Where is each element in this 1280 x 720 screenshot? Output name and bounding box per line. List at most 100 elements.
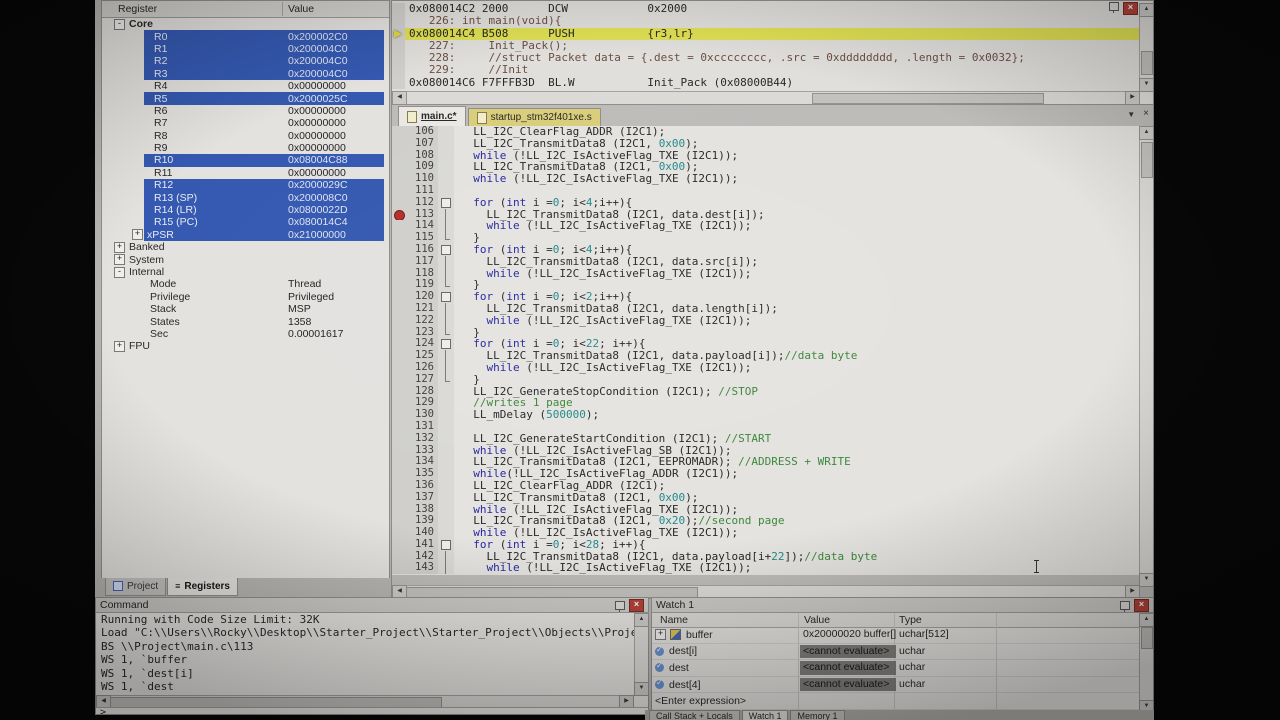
watch-value[interactable]: 0x20000020 buffer[] "" — [800, 628, 896, 642]
line-number[interactable]: 137 — [404, 492, 438, 504]
breakpoint-margin[interactable] — [392, 527, 404, 539]
breakpoint-margin[interactable] — [392, 161, 404, 173]
watch-row[interactable]: dest[i]<cannot evaluate>uchar — [652, 644, 1139, 661]
code-text[interactable]: } — [454, 374, 480, 386]
watch-value[interactable]: <cannot evaluate> — [800, 661, 896, 675]
editor-vertical-scrollbar[interactable]: ▲ ▼ — [1139, 126, 1153, 587]
breakpoint-margin[interactable] — [392, 338, 404, 350]
disassembly-horizontal-scrollbar[interactable]: ◀ ▶ — [392, 91, 1140, 104]
watch-col-name[interactable]: Name — [660, 614, 688, 626]
fold-end-icon[interactable] — [438, 279, 454, 291]
watch-value[interactable]: <cannot evaluate> — [800, 645, 896, 659]
scroll-left-icon[interactable]: ◀ — [392, 91, 407, 105]
code-text[interactable]: while (!LL_I2C_IsActiveFlag_TXE (I2C1)); — [454, 562, 751, 574]
fold-start-icon[interactable]: - — [438, 539, 454, 551]
watch-type[interactable]: uchar[512] — [896, 628, 997, 641]
editor-line[interactable]: 112- for (int i =0; i<4;i++){ — [392, 197, 1140, 209]
expand-icon[interactable]: + — [132, 229, 143, 240]
watch-name[interactable]: dest[i] — [655, 644, 798, 660]
register-row[interactable]: R100x08004C88 — [102, 154, 389, 166]
watch-name[interactable]: <Enter expression> — [655, 693, 798, 709]
breakpoint-margin[interactable] — [392, 539, 404, 551]
line-number[interactable]: 122 — [404, 315, 438, 327]
breakpoint-margin[interactable] — [392, 279, 404, 291]
fold-start-icon[interactable]: - — [438, 244, 454, 256]
scroll-up-icon[interactable]: ▲ — [634, 613, 649, 627]
scrollbar-thumb[interactable] — [1141, 51, 1153, 75]
register-row[interactable]: R40x00000000 — [102, 80, 389, 92]
tab-registers[interactable]: ≡ Registers — [167, 578, 238, 596]
close-document-icon[interactable]: × — [1143, 110, 1149, 119]
watch-row[interactable]: dest[4]<cannot evaluate>uchar — [652, 677, 1139, 694]
register-row[interactable]: +System — [102, 253, 389, 265]
register-row[interactable]: R13 (SP)0x200008C0 — [102, 191, 389, 203]
line-number[interactable]: 116 — [404, 244, 438, 256]
command-output[interactable]: Running with Code Size Limit: 32KLoad "C… — [97, 613, 634, 696]
fold-mid-icon[interactable] — [438, 209, 454, 221]
collapse-icon[interactable]: - — [114, 267, 125, 278]
watch-name[interactable]: dest[4] — [655, 677, 798, 693]
breakpoint-margin[interactable] — [392, 350, 404, 362]
watch-row[interactable]: <Enter expression> — [652, 693, 1139, 710]
breakpoint-margin[interactable] — [392, 362, 404, 374]
editor-line[interactable]: 116- for (int i =0; i<4;i++){ — [392, 244, 1140, 256]
breakpoint-margin[interactable] — [392, 504, 404, 516]
line-number[interactable]: 111 — [404, 185, 438, 197]
editor-line[interactable]: 136 LL_I2C_ClearFlag_ADDR (I2C1); — [392, 480, 1140, 492]
fold-mid-icon[interactable] — [438, 256, 454, 268]
fold-mid-icon[interactable] — [438, 268, 454, 280]
expand-icon[interactable]: + — [114, 254, 125, 265]
tab-watch-1[interactable]: Watch 1 — [742, 710, 789, 720]
breakpoint-margin[interactable] — [392, 562, 404, 574]
fold-mid-icon[interactable] — [438, 562, 454, 574]
code-text[interactable]: while (!LL_I2C_IsActiveFlag_TXE (I2C1)); — [454, 362, 751, 374]
watch-vertical-scrollbar[interactable]: ▲ ▼ — [1139, 613, 1153, 714]
breakpoint-margin[interactable] — [392, 185, 404, 197]
watch-titlebar[interactable]: Watch 1 × — [652, 598, 1153, 613]
watch-col-value[interactable]: Value — [804, 614, 830, 626]
line-number[interactable]: 117 — [404, 256, 438, 268]
disassembly-gutter[interactable] — [392, 52, 405, 64]
line-number[interactable]: 112 — [404, 197, 438, 209]
disassembly-gutter[interactable] — [392, 3, 405, 15]
tab-call-stack[interactable]: Call Stack + Locals — [649, 710, 740, 720]
register-row[interactable]: R120x2000029C — [102, 179, 389, 191]
editor-line[interactable]: 126 while (!LL_I2C_IsActiveFlag_TXE (I2C… — [392, 362, 1140, 374]
breakpoint-margin[interactable] — [392, 551, 404, 563]
line-number[interactable]: 132 — [404, 433, 438, 445]
breakpoint-margin[interactable] — [392, 480, 404, 492]
register-row[interactable]: R90x00000000 — [102, 142, 389, 154]
tab-memory-1[interactable]: Memory 1 — [790, 710, 844, 720]
close-icon[interactable]: × — [1134, 599, 1149, 612]
fold-start-icon[interactable]: - — [438, 338, 454, 350]
code-text[interactable] — [454, 421, 460, 433]
line-number[interactable]: 131 — [404, 421, 438, 433]
code-text[interactable]: while (!LL_I2C_IsActiveFlag_TXE (I2C1)); — [454, 268, 751, 280]
collapse-icon[interactable]: - — [114, 19, 125, 30]
breakpoint-margin[interactable] — [392, 327, 404, 339]
line-number[interactable]: 121 — [404, 303, 438, 315]
register-row[interactable]: R110x00000000 — [102, 167, 389, 179]
breakpoint-margin[interactable] — [392, 220, 404, 232]
register-row[interactable]: +FPU — [102, 340, 389, 352]
register-row[interactable]: R00x200002C0 — [102, 30, 389, 42]
scrollbar-thumb[interactable] — [812, 93, 1044, 104]
breakpoint-margin[interactable] — [392, 397, 404, 409]
watch-value[interactable]: <cannot evaluate> — [800, 678, 896, 692]
fold-end-icon[interactable] — [438, 374, 454, 386]
code-text[interactable] — [454, 185, 460, 197]
register-row[interactable]: R50x2000025C — [102, 92, 389, 104]
register-row[interactable]: R60x00000000 — [102, 105, 389, 117]
code-text[interactable]: for (int i =0; i<4;i++){ — [454, 197, 632, 209]
editor-line[interactable]: 130 LL_mDelay (500000); — [392, 409, 1140, 421]
register-row[interactable]: R80x00000000 — [102, 130, 389, 142]
code-text[interactable]: for (int i =0; i<4;i++){ — [454, 244, 632, 256]
breakpoint-margin[interactable] — [392, 315, 404, 327]
line-number[interactable]: 136 — [404, 480, 438, 492]
tab-list-dropdown-icon[interactable]: ▼ — [1127, 110, 1135, 119]
code-text[interactable]: while (!LL_I2C_IsActiveFlag_TXE (I2C1)); — [454, 315, 751, 327]
disassembly-line[interactable]: 226: int main(void){ — [392, 15, 1140, 27]
breakpoint-margin[interactable] — [392, 515, 404, 527]
disassembly-line[interactable]: 229: //Init — [392, 64, 1140, 76]
watch-value[interactable] — [800, 694, 896, 708]
